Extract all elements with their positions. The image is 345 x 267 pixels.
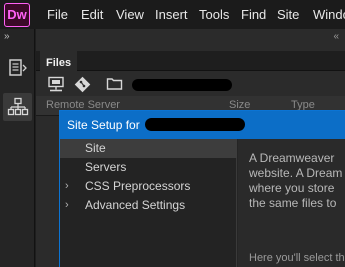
description-line: A Dreamweaver (249, 151, 335, 165)
menu-view[interactable]: View (116, 7, 144, 22)
chevron-right-icon[interactable]: › (65, 177, 69, 195)
menu-edit[interactable]: Edit (81, 7, 103, 22)
menu-find[interactable]: Find (241, 7, 266, 22)
nav-item-css-preprocessors[interactable]: › CSS Preprocessors (60, 177, 237, 196)
nav-item-label: Advanced Settings (85, 198, 186, 212)
site-setup-content: A Dreamweaver website. A Dream where you… (238, 139, 345, 267)
expand-panels-icon[interactable]: » (4, 31, 9, 42)
site-setup-nav: Site Servers › CSS Preprocessors › Advan… (60, 139, 237, 267)
menu-tools[interactable]: Tools (199, 7, 229, 22)
menu-insert[interactable]: Insert (155, 7, 188, 22)
files-toolbar (36, 72, 345, 96)
nav-item-label: Site (85, 141, 106, 155)
tab-files[interactable]: Files (40, 51, 78, 71)
site-map-icon (7, 97, 28, 116)
properties-panel-button[interactable] (3, 54, 32, 82)
menu-window[interactable]: Window (313, 7, 345, 22)
nav-item-label: CSS Preprocessors (85, 179, 191, 193)
site-name-redacted (132, 79, 232, 91)
nav-item-servers[interactable]: Servers (60, 158, 237, 177)
connect-remote-icon[interactable] (47, 76, 65, 93)
menu-bar: Dw File Edit View Insert Tools Find Site… (0, 0, 345, 29)
chevron-right-icon[interactable]: › (65, 196, 69, 214)
site-setup-dialog: Site Setup for Site Servers › CSS Prepro… (59, 110, 345, 267)
site-description: A Dreamweaver website. A Dream where you… (249, 151, 345, 211)
collapse-panel-icon[interactable]: « (333, 31, 339, 42)
git-icon[interactable] (74, 76, 91, 93)
site-description-footer: Here you'll select th (249, 252, 345, 264)
site-name-redacted (145, 118, 245, 131)
folder-icon[interactable] (106, 76, 123, 91)
menu-site[interactable]: Site (277, 7, 299, 22)
description-line: the same files to (249, 196, 337, 210)
description-line: website. A Dream (249, 166, 343, 180)
dialog-title-bar[interactable]: Site Setup for (60, 111, 345, 139)
left-toolbar: » (0, 29, 35, 267)
dialog-title: Site Setup for (67, 118, 140, 132)
nav-item-site[interactable]: Site (60, 139, 237, 158)
properties-panel-icon (8, 59, 27, 76)
dreamweaver-logo: Dw (4, 3, 30, 27)
panel-tab-bar: Files (36, 51, 345, 71)
nav-item-label: Servers (85, 160, 127, 174)
site-map-button[interactable] (3, 93, 32, 121)
description-line: where you store (249, 181, 335, 195)
menu-file[interactable]: File (47, 7, 68, 22)
nav-item-advanced-settings[interactable]: › Advanced Settings (60, 196, 237, 215)
